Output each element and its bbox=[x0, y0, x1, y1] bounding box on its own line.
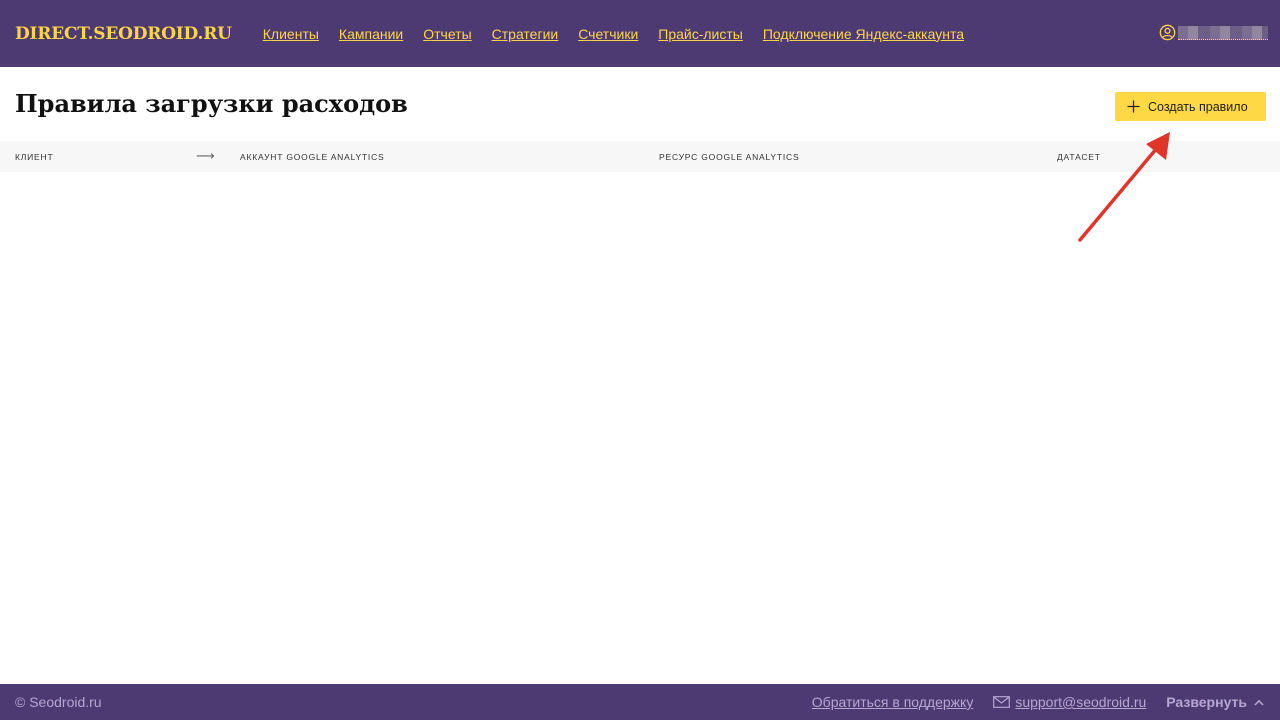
nav-link-strategies[interactable]: Стратегии bbox=[492, 26, 559, 42]
user-name-redacted[interactable] bbox=[1178, 25, 1268, 40]
arrow-right-icon: ⟶ bbox=[196, 149, 215, 164]
main-nav: Клиенты Кампании Отчеты Стратегии Счетчи… bbox=[263, 26, 984, 42]
column-header-client[interactable]: Клиент bbox=[15, 152, 53, 162]
column-header-ga-account[interactable]: Аккаунт Google Analytics bbox=[240, 152, 385, 162]
footer-links: Обратиться в поддержку support@seodroid.… bbox=[812, 684, 1264, 720]
nav-link-price-lists[interactable]: Прайс-листы bbox=[658, 26, 743, 42]
nav-link-campaigns[interactable]: Кампании bbox=[339, 26, 403, 42]
create-rule-label: Создать правило bbox=[1148, 99, 1248, 114]
site-logo[interactable]: DIRECT.SEODROID.RU bbox=[15, 24, 232, 44]
plus-icon bbox=[1127, 100, 1140, 113]
footer: © Seodroid.ru Обратиться в поддержку sup… bbox=[0, 684, 1280, 720]
mail-icon bbox=[993, 696, 1011, 708]
support-email-link[interactable]: support@seodroid.ru bbox=[1015, 694, 1146, 710]
chevron-up-icon bbox=[1254, 699, 1264, 706]
support-link[interactable]: Обратиться в поддержку bbox=[812, 694, 974, 710]
nav-link-counters[interactable]: Счетчики bbox=[578, 26, 638, 42]
nav-link-yandex-account[interactable]: Подключение Яндекс-аккаунта bbox=[763, 26, 964, 42]
column-header-ga-resource[interactable]: Ресурс Google Analytics bbox=[659, 152, 799, 162]
create-rule-button[interactable]: Создать правило bbox=[1115, 92, 1266, 121]
page-title: Правила загрузки расходов bbox=[15, 89, 408, 118]
expand-button[interactable]: Развернуть bbox=[1166, 694, 1264, 710]
top-navigation-bar: DIRECT.SEODROID.RU Клиенты Кампании Отче… bbox=[0, 0, 1280, 67]
nav-link-reports[interactable]: Отчеты bbox=[423, 26, 471, 42]
user-icon bbox=[1159, 24, 1176, 41]
expand-label: Развернуть bbox=[1166, 694, 1247, 710]
nav-link-clients[interactable]: Клиенты bbox=[263, 26, 319, 42]
user-menu[interactable] bbox=[1159, 24, 1268, 41]
copyright-text: © Seodroid.ru bbox=[15, 694, 102, 710]
annotation-arrow bbox=[1078, 132, 1170, 242]
